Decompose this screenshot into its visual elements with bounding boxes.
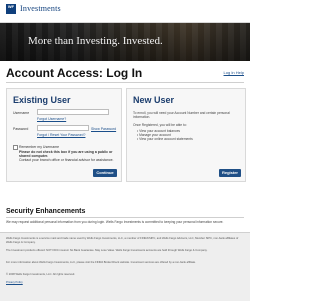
existing-user-panel: Existing User Username Forgot Username? … (6, 88, 122, 182)
footer: Wells Fargo Investments is a service mar… (0, 232, 250, 301)
username-label: Username (13, 111, 30, 115)
forgot-password-link[interactable]: Forgot / Reset Your Password? (37, 133, 85, 137)
footer-copyright: © 2008 Wells Fargo Investments, LLC. All… (6, 273, 75, 276)
password-input[interactable] (37, 125, 89, 131)
remember-warning: Please do not check this box if you are … (19, 150, 113, 158)
remember-username-label: Remember my Username (19, 145, 60, 149)
password-label: Password (13, 127, 29, 131)
remember-username-checkbox[interactable] (13, 145, 18, 150)
benefit-item: View your online account statements (137, 137, 237, 141)
footer-paragraph-3: For more information about Wells Fargo I… (6, 261, 196, 264)
footer-paragraph-2: The Investment products offered: NOT FDI… (6, 249, 208, 252)
brand-logo[interactable]: WF (6, 4, 16, 14)
security-divider (6, 217, 244, 218)
page-title: Account Access: Log In (6, 66, 143, 80)
continue-button[interactable]: Continue (93, 169, 117, 177)
show-password-link[interactable]: Show Password (91, 127, 116, 131)
footer-paragraph-1: Wells Fargo Investments is a service mar… (6, 237, 239, 244)
login-help-link[interactable]: Log In Help (224, 70, 244, 75)
brand-name[interactable]: Investments (20, 4, 61, 13)
title-divider (6, 82, 244, 83)
security-text: We may request additional personal infor… (6, 220, 224, 224)
benefits-list: View your account balances Manage your a… (137, 129, 237, 142)
username-input[interactable] (37, 109, 109, 115)
register-button[interactable]: Register (219, 169, 241, 177)
hero-banner: More than Investing. Invested. (0, 23, 250, 61)
remember-subnote: Contact your branch office or financial … (19, 158, 114, 162)
forgot-username-link[interactable]: Forgot Username? (37, 117, 66, 121)
security-title: Security Enhancements (6, 208, 86, 215)
new-user-panel: New User To enroll, you will need your A… (126, 88, 246, 182)
top-bar: WF Investments (0, 0, 250, 23)
new-user-intro: To enroll, you will need your Account Nu… (133, 111, 230, 120)
privacy-policy-link[interactable]: Privacy Policy (6, 281, 244, 285)
new-user-title: New User (133, 95, 175, 105)
existing-user-title: Existing User (13, 95, 71, 105)
hero-tagline: More than Investing. Invested. (28, 35, 163, 47)
benefits-intro: Once Registered, you will be able to: (133, 123, 187, 127)
